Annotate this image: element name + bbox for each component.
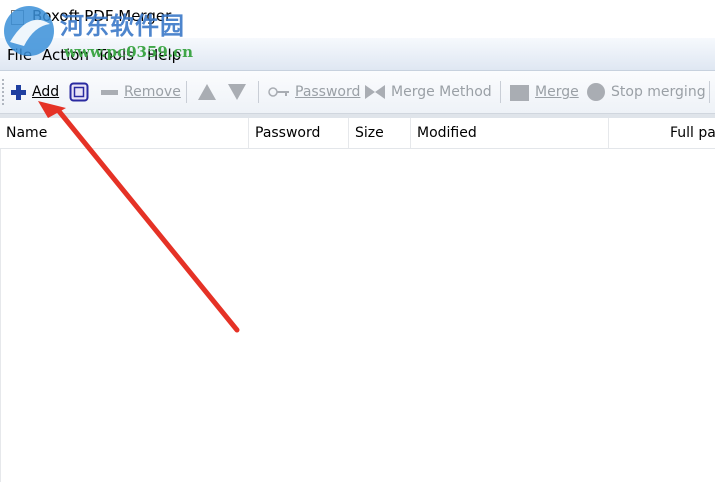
merge-icon [510, 84, 529, 101]
column-full-path-label: Full path [670, 125, 715, 141]
password-label: Password [295, 84, 361, 100]
column-size[interactable]: Size [349, 118, 411, 148]
column-name[interactable]: Name [0, 118, 249, 148]
window-title: Boxoft PDF Merger [32, 7, 172, 25]
move-up-button[interactable] [197, 81, 217, 103]
square-icon [69, 82, 89, 102]
file-list[interactable] [0, 149, 715, 482]
merge-button[interactable]: Merge [509, 81, 579, 103]
stop-merging-button[interactable]: Stop merging [586, 81, 706, 103]
toolbar-separator [500, 81, 501, 103]
menu-file[interactable]: File [7, 46, 32, 64]
title-bar: Boxoft PDF Merger [0, 0, 715, 38]
move-down-button[interactable] [227, 81, 247, 103]
add-button[interactable]: Add [10, 81, 59, 103]
key-icon [268, 87, 289, 97]
plus-icon [11, 84, 26, 100]
remove-label: Remove [124, 84, 181, 100]
menu-help[interactable]: Help [147, 46, 181, 64]
triangle-up-icon [198, 84, 216, 100]
file-list-header: Name Password Size Modified Full path [0, 118, 715, 149]
add-label: Add [32, 84, 60, 100]
column-password[interactable]: Password [249, 118, 349, 148]
password-button[interactable]: Password [268, 81, 360, 103]
column-full-path[interactable]: Full path [609, 118, 715, 148]
toolbar: Add Remove Password Merge Method Merge S… [0, 71, 715, 114]
merge-method-label: Merge Method [391, 84, 492, 100]
select-button[interactable] [69, 81, 89, 103]
menu-bar: File Action Tools Help [0, 38, 715, 71]
minus-icon [101, 89, 118, 95]
toolbar-separator [258, 81, 259, 103]
stop-merging-label: Stop merging [611, 84, 706, 100]
merge-method-icon [365, 85, 385, 99]
toolbar-grip[interactable] [2, 79, 4, 105]
merge-label: Merge [535, 84, 579, 100]
app-icon [11, 10, 24, 25]
menu-tools[interactable]: Tools [97, 46, 134, 64]
remove-button[interactable]: Remove [100, 81, 181, 103]
menu-action[interactable]: Action [42, 46, 89, 64]
column-modified[interactable]: Modified [411, 118, 609, 148]
merge-method-button[interactable]: Merge Method [364, 81, 492, 103]
triangle-down-icon [228, 84, 246, 100]
toolbar-separator [186, 81, 187, 103]
stop-icon [587, 83, 605, 101]
toolbar-separator [709, 81, 710, 103]
